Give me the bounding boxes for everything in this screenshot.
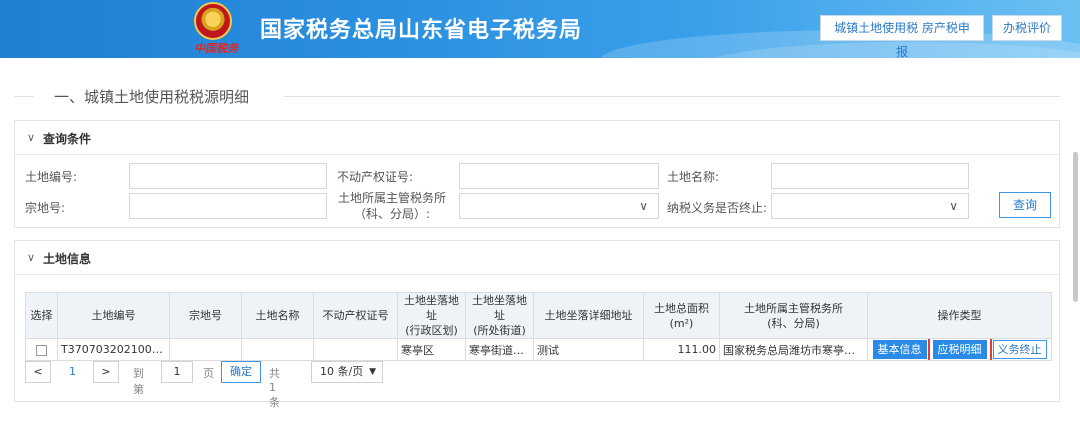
parcel-no-label: 宗地号:	[25, 201, 66, 215]
land-no-input[interactable]	[129, 163, 327, 189]
col-addr-street: 土地坐落地址 (所处街道)	[465, 292, 534, 339]
col-area: 土地总面积 (m²)	[643, 292, 720, 339]
page-scrollbar[interactable]	[1073, 152, 1078, 302]
cell-property-cert	[313, 338, 398, 361]
tax-office-label-line1: 土地所属主管税务所	[337, 191, 446, 205]
tax-office-label: 土地所属主管税务所 （科、分局）:	[335, 190, 449, 222]
land-info-panel-title: 土地信息	[43, 252, 92, 266]
land-info-table: 选择 土地编号 宗地号 土地名称 不动产权证号 土地坐落地址 (行政区划) 土地坐…	[25, 292, 1052, 361]
goto-confirm-button[interactable]: 确定	[221, 361, 261, 383]
cell-detail: 测试	[533, 338, 644, 361]
cell-area: 111.00	[643, 338, 720, 361]
col-addr-street-line2: (所处街道)	[473, 324, 526, 337]
total-count: 共 1 条	[269, 367, 280, 409]
col-property-cert: 不动产权证号	[313, 292, 398, 339]
page-number-current[interactable]: 1	[69, 365, 76, 378]
query-button[interactable]: 查询	[999, 192, 1051, 218]
chevron-down-icon: ∨	[949, 199, 958, 213]
obligation-end-select[interactable]: ∨	[771, 193, 969, 219]
property-cert-label: 不动产权证号:	[337, 170, 414, 184]
land-name-label: 土地名称:	[667, 170, 720, 184]
section-title: 一、城镇土地使用税税源明细	[14, 86, 1060, 106]
col-select: 选择	[25, 292, 58, 339]
col-parcel-no: 宗地号	[169, 292, 242, 339]
col-addr-street-line1: 土地坐落地址	[472, 294, 527, 322]
site-header: ★ 中国税务 国家税务总局山东省电子税务局 城镇土地使用税 房产税申报 办税评价	[0, 0, 1080, 58]
emblem-script-logo: 中国税务	[194, 42, 238, 55]
col-addr-detail: 土地坐落详细地址	[533, 292, 644, 339]
cell-street: 寒亭街道办...	[465, 338, 534, 361]
tax-office-label-line2: （科、分局）:	[353, 207, 431, 221]
tax-rating-button[interactable]: 办税评价	[992, 15, 1062, 41]
cell-parcel-no	[169, 338, 242, 361]
query-panel: ∨ 查询条件 土地编号: 不动产权证号: 土地名称: 宗地号: 土地所属主管税务…	[14, 120, 1060, 228]
prev-page-button[interactable]: <	[25, 361, 51, 383]
row-checkbox[interactable]	[36, 344, 47, 356]
tax-office-select[interactable]: ∨	[459, 193, 659, 219]
property-cert-input[interactable]	[459, 163, 659, 189]
obligation-end-button[interactable]: 义务终止	[992, 340, 1047, 359]
cell-district: 寒亭区	[397, 338, 466, 361]
chevron-down-icon: ∨	[639, 199, 648, 213]
divider	[284, 96, 1060, 97]
query-panel-header[interactable]: ∨ 查询条件	[15, 121, 1059, 155]
goto-label: 到第	[133, 367, 144, 396]
col-tax-office-line2: (科、分局)	[767, 316, 820, 330]
cell-ops: 基本信息 应税明细 义务终止	[867, 338, 1052, 361]
goto-page-input[interactable]: 1	[161, 361, 193, 383]
cell-tax-office: 国家税务总局潍坊市寒亭区税务...	[719, 338, 868, 361]
cell-land-no: T37070320210008797	[57, 338, 170, 361]
query-panel-title: 查询条件	[43, 132, 92, 146]
land-no-label: 土地编号:	[25, 170, 78, 184]
table-row: T37070320210008797 寒亭区 寒亭街道办... 测试 111.0…	[25, 338, 1052, 361]
col-addr-district-line1: 土地坐落地址	[404, 294, 459, 322]
land-name-input[interactable]	[771, 163, 969, 189]
chevron-down-icon[interactable]: ∨	[27, 251, 35, 264]
col-land-name: 土地名称	[241, 292, 314, 339]
land-info-panel-header[interactable]: ∨ 土地信息	[15, 241, 1059, 275]
next-page-button[interactable]: >	[93, 361, 119, 383]
col-ops: 操作类型	[867, 292, 1052, 339]
page-size-select[interactable]: 10 条/页 ▼	[311, 361, 383, 383]
row-select-cell	[25, 338, 58, 361]
tax-detail-button[interactable]: 应税明细	[932, 340, 987, 359]
caret-down-icon: ▼	[369, 367, 376, 377]
land-property-tax-report-button[interactable]: 城镇土地使用税 房产税申报	[820, 15, 984, 58]
col-tax-office-line1: 土地所属主管税务所	[744, 301, 843, 315]
col-tax-office: 土地所属主管税务所 (科、分局)	[719, 292, 868, 339]
col-area-line2: (m²)	[669, 316, 694, 330]
col-land-no: 土地编号	[57, 292, 170, 339]
divider	[14, 96, 34, 97]
cell-land-name	[241, 338, 314, 361]
site-title: 国家税务总局山东省电子税务局	[260, 18, 583, 43]
section-title-text: 一、城镇土地使用税税源明细	[54, 88, 250, 106]
page-size-value: 10 条/页	[320, 365, 364, 378]
col-addr-district-line2: (行政区划)	[405, 324, 458, 337]
col-addr-district: 土地坐落地址 (行政区划)	[397, 292, 466, 339]
table-header-row: 选择 土地编号 宗地号 土地名称 不动产权证号 土地坐落地址 (行政区划) 土地坐…	[25, 292, 1052, 339]
tax-detail-highlight: 应税明细	[927, 339, 992, 360]
parcel-no-input[interactable]	[129, 193, 327, 219]
basic-info-button[interactable]: 基本信息	[872, 340, 927, 359]
land-info-panel: ∨ 土地信息 选择 土地编号 宗地号 土地名称 不动产权证号 土地坐落地址 (行政…	[14, 240, 1060, 409]
col-area-line1: 土地总面积	[654, 301, 709, 315]
tax-emblem-icon: ★	[194, 2, 232, 40]
page-unit-label: 页	[203, 367, 214, 380]
chevron-down-icon[interactable]: ∨	[27, 131, 35, 144]
obligation-end-label: 纳税义务是否终止:	[667, 201, 768, 215]
